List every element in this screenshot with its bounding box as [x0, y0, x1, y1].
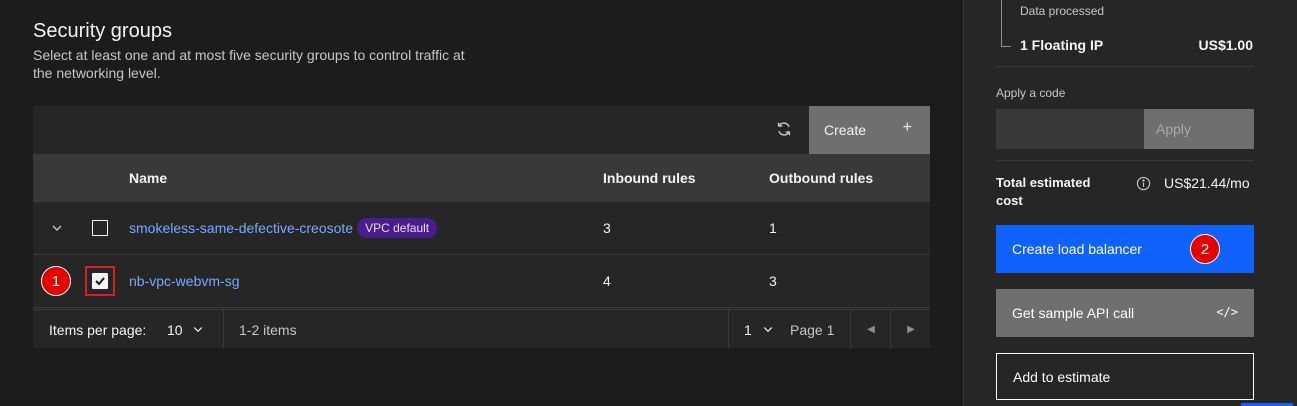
create-button[interactable]: Create + — [809, 106, 930, 154]
divider — [223, 310, 224, 349]
items-per-page-label: Items per page: — [49, 322, 147, 338]
inbound-rules-cell: 3 — [603, 220, 611, 236]
page-select[interactable]: 1 — [744, 322, 774, 338]
caret-left-icon[interactable]: ◀ — [851, 310, 891, 349]
total-estimated-cost-label: Total estimated cost — [996, 175, 1091, 208]
add-to-estimate-button[interactable]: Add to estimate — [996, 353, 1254, 400]
column-name[interactable]: Name — [129, 170, 167, 186]
tree-line — [1001, 0, 1002, 46]
pagination-bar: Items per page: 10 1-2 items 1 Page 1 ◀ … — [33, 309, 931, 349]
info-icon[interactable] — [1136, 176, 1152, 192]
plus-icon: + — [902, 119, 912, 136]
main-panel: Security groups Select at least one and … — [0, 0, 963, 406]
outbound-rules-cell: 1 — [769, 220, 777, 236]
code-icon: </> — [1216, 305, 1238, 319]
chevron-down-icon — [763, 327, 772, 333]
create-button-label: Create — [824, 122, 867, 138]
floating-ip-label: 1 Floating IP — [1020, 37, 1104, 53]
page-description: Select at least one and at most five sec… — [33, 47, 465, 81]
total-estimated-cost-value: US$21.44/mo — [1164, 175, 1250, 191]
items-per-page-value: 10 — [167, 322, 183, 338]
add-to-estimate-label: Add to estimate — [1013, 368, 1111, 385]
table-row: nb-vpc-webvm-sg 4 3 — [33, 255, 930, 308]
create-load-balancer-label: Create load balancer — [1012, 241, 1142, 257]
row-name-cell: smokeless-same-defective-creosote VPC def… — [129, 218, 438, 239]
divider — [728, 310, 729, 349]
items-range: 1-2 items — [239, 322, 297, 338]
table-toolbar: Create + — [33, 106, 930, 154]
data-processed-label: Data processed — [1020, 4, 1105, 18]
security-groups-table: Create + Name Inbound rules Outbound rul… — [33, 106, 931, 349]
divider — [996, 66, 1254, 67]
caret-right-icon[interactable]: ▶ — [891, 310, 931, 349]
step-marker-2: 2 — [1190, 234, 1220, 264]
column-inbound[interactable]: Inbound rules — [603, 170, 696, 186]
floating-ip-price: US$1.00 — [1198, 37, 1253, 53]
apply-code-input[interactable] — [996, 109, 1144, 149]
row-checkbox[interactable] — [92, 220, 108, 236]
outbound-rules-cell: 3 — [769, 273, 777, 289]
tree-line — [1001, 46, 1011, 47]
security-group-link[interactable]: nb-vpc-webvm-sg — [129, 273, 239, 289]
security-group-link[interactable]: smokeless-same-defective-creosote — [129, 220, 353, 236]
page-label: Page 1 — [790, 322, 835, 338]
get-sample-api-call-button[interactable]: Get sample API call </> — [996, 289, 1254, 337]
items-per-page-select[interactable]: 10 — [167, 322, 204, 338]
divider — [996, 160, 1254, 161]
page-title: Security groups — [33, 20, 172, 42]
step-marker-1: 1 — [41, 266, 71, 296]
checkbox-icon — [95, 277, 105, 286]
vpc-default-tag: VPC default — [357, 218, 438, 238]
chevron-down-icon — [194, 327, 203, 333]
chevron-down-icon[interactable] — [49, 220, 65, 236]
table-header: Name Inbound rules Outbound rules — [33, 154, 930, 202]
apply-code-label: Apply a code — [996, 86, 1066, 100]
summary-panel: Data processed 1 Floating IP US$1.00 App… — [963, 0, 1297, 406]
apply-button[interactable]: Apply — [1144, 109, 1254, 149]
table-row: smokeless-same-defective-creosote VPC def… — [33, 202, 930, 255]
page-select-value: 1 — [744, 322, 752, 338]
get-sample-api-call-label: Get sample API call — [1012, 305, 1135, 321]
column-outbound[interactable]: Outbound rules — [769, 170, 873, 186]
inbound-rules-cell: 4 — [603, 273, 611, 289]
row-checkbox[interactable] — [92, 273, 108, 289]
refresh-icon[interactable] — [775, 120, 795, 140]
